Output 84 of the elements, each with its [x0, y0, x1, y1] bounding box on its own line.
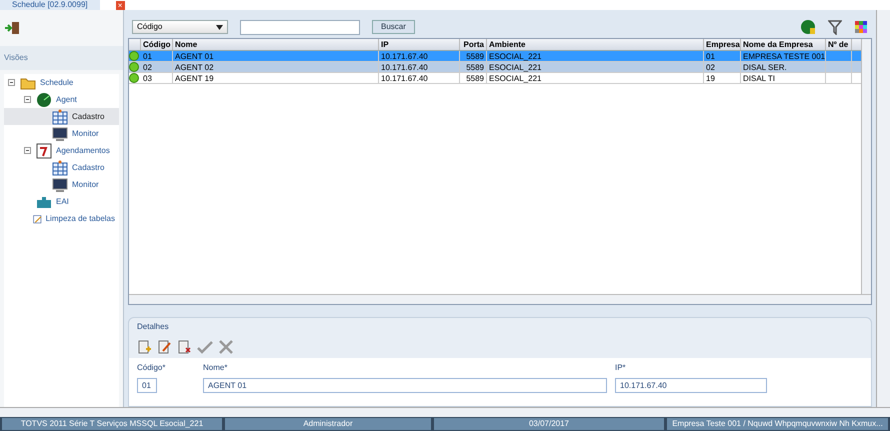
table-cell: ESOCIAL_221: [487, 73, 704, 83]
exit-door-icon[interactable]: [4, 21, 20, 35]
expander[interactable]: [8, 79, 16, 86]
tree-item[interactable]: Cadastro: [72, 110, 104, 122]
table-cell: AGENT 02: [173, 62, 379, 72]
table-cell: ESOCIAL_221: [487, 62, 704, 72]
tree-item[interactable]: Schedule: [40, 76, 74, 88]
input-field[interactable]: AGENT 01: [203, 378, 607, 393]
calendar-icon: [36, 142, 52, 158]
vertical-scrollbar[interactable]: [861, 39, 871, 294]
column-header[interactable]: IP: [379, 39, 460, 50]
status-bar-item: TOTVS 2011 Série T Serviços MSSQL Esocial_221: [2, 418, 222, 430]
table-row[interactable]: 03 AGENT 19 10.171.67.40 5589 ESOCIAL_221 19 DISAL TI: [129, 73, 861, 84]
tree-item[interactable]: Limpeza de tabelas: [46, 212, 115, 224]
horizontal-scrollbar[interactable]: [129, 294, 871, 304]
checkmark-icon[interactable]: [197, 340, 213, 354]
monitor-icon: [52, 176, 68, 192]
color-grid-icon[interactable]: [854, 20, 868, 34]
table-cell: AGENT 19: [173, 73, 379, 83]
table-cell: 5589: [460, 62, 487, 72]
tree-item[interactable]: Agent: [56, 94, 77, 106]
field-label: IP*: [615, 362, 627, 374]
table-cell: 01: [141, 51, 173, 61]
table-cell: 03: [141, 73, 173, 83]
details-panel-header: Detalhes: [136, 321, 170, 333]
expander[interactable]: [24, 147, 32, 154]
delete-document-icon[interactable]: [177, 340, 191, 354]
table-cell: AGENT 01: [173, 51, 379, 61]
table-cell: 10.171.67.40: [379, 73, 460, 83]
monitor-icon: [52, 126, 68, 142]
window-tab[interactable]: Schedule [02.9.0099]: [0, 0, 100, 10]
tree-item[interactable]: Monitor: [72, 128, 99, 140]
status-dot-icon: [129, 73, 139, 83]
column-header[interactable]: Porta: [460, 39, 487, 50]
column-header[interactable]: Nome da Empresa: [741, 39, 826, 50]
table-cell: DISAL TI: [741, 73, 826, 83]
input-field[interactable]: 10.171.67.40: [615, 378, 767, 393]
tree-item[interactable]: Agendamentos: [56, 144, 110, 156]
table-cell: 5589: [460, 51, 487, 61]
close-button[interactable]: ×: [116, 0, 125, 10]
table-cell: 02: [704, 62, 741, 72]
tree-item[interactable]: Cadastro: [72, 162, 104, 174]
table-icon: [52, 108, 68, 124]
status-dot-icon: [129, 51, 139, 61]
radar-icon: [36, 92, 52, 108]
status-dot-icon: [129, 62, 139, 72]
table-cell: 10.171.67.40: [379, 62, 460, 72]
table-cell: 01: [704, 51, 741, 61]
field-label: Nome*: [203, 362, 228, 374]
filter-icon[interactable]: [828, 19, 842, 35]
edit-document-icon[interactable]: [157, 340, 171, 354]
page-horizontal-scrollbar[interactable]: [0, 407, 890, 417]
tree-item[interactable]: EAI: [56, 196, 69, 208]
new-document-icon[interactable]: [137, 340, 151, 354]
column-header[interactable]: Código: [141, 39, 173, 50]
search-input[interactable]: [240, 20, 360, 34]
table-icon: [52, 160, 68, 176]
close-icon[interactable]: [219, 340, 233, 354]
add-globe-icon[interactable]: [800, 19, 816, 35]
status-bar-item: 03/07/2017: [434, 418, 664, 430]
expander[interactable]: [24, 96, 32, 103]
table-cell: 02: [141, 62, 173, 72]
views-panel-header: Visões: [0, 46, 123, 70]
table-cell: 19: [704, 73, 741, 83]
tree-item[interactable]: Monitor: [72, 178, 99, 190]
table-cell: EMPRESA TESTE 001: [741, 51, 826, 61]
page-vertical-scrollbar[interactable]: [876, 10, 890, 407]
search-field-dropdown[interactable]: Código: [132, 20, 228, 34]
caret-icon: [216, 24, 223, 30]
column-header[interactable]: Nome: [173, 39, 379, 50]
table-row[interactable]: 02 AGENT 02 10.171.67.40 5589 ESOCIAL_221 02 DISAL SER.: [129, 62, 861, 73]
input-field[interactable]: 01: [137, 378, 157, 393]
table-cell: DISAL SER.: [741, 62, 826, 72]
status-bar-item: Empresa Teste 001 / Nquwd Whpqmquvwnxiw Nh Kxmux...: [667, 418, 888, 430]
table-cell: 5589: [460, 73, 487, 83]
column-header[interactable]: Ambiente: [487, 39, 704, 50]
table-cell: 10.171.67.40: [379, 51, 460, 61]
column-header[interactable]: Empresa: [704, 39, 741, 50]
table-row[interactable]: 01 AGENT 01 10.171.67.40 5589 ESOCIAL_221 01 EMPRESA TESTE 001: [129, 51, 861, 62]
status-bar-item: Administrador: [225, 418, 431, 430]
field-label: Código*: [137, 362, 166, 374]
column-header[interactable]: Nº de: [826, 39, 852, 50]
search-button[interactable]: Buscar: [372, 20, 415, 34]
table-cell: ESOCIAL_221: [487, 51, 704, 61]
